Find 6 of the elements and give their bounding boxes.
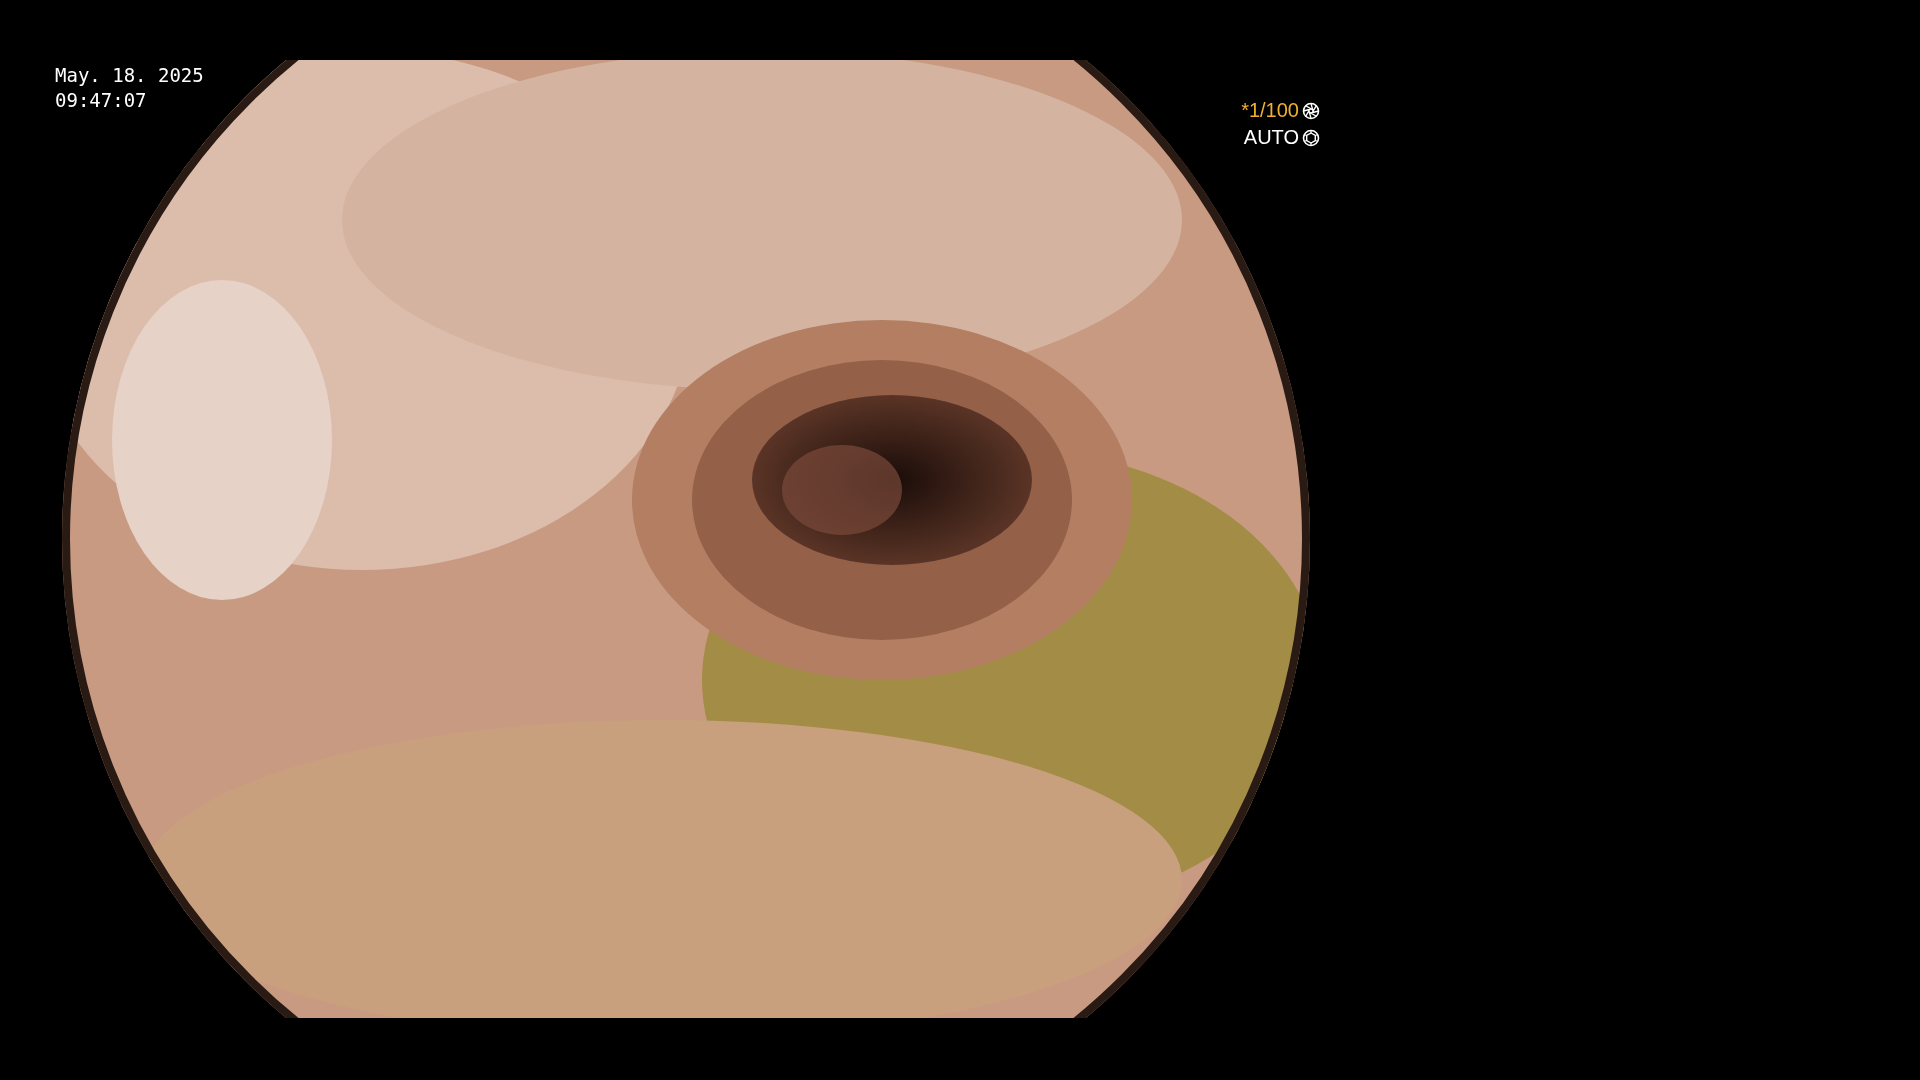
aperture-icon: [1302, 101, 1320, 120]
time-text: 09:47:07: [55, 88, 148, 113]
iris-mode-text: AUTO: [1243, 125, 1299, 150]
date-text: May. 18. 2025: [55, 63, 204, 88]
shutter-speed-text: *1/100: [1241, 98, 1299, 123]
aperture-icon: [1302, 128, 1320, 147]
